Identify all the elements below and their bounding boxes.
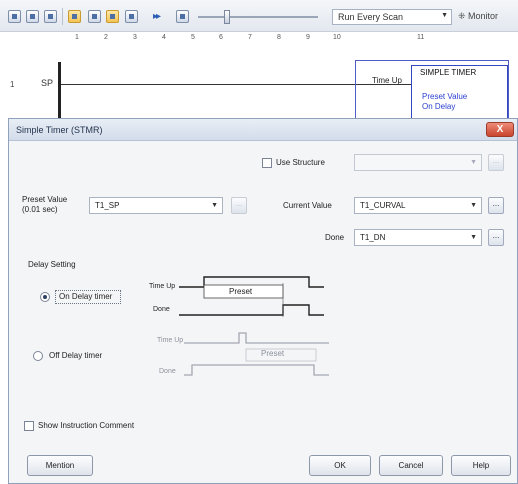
current-value-value: T1_CURVAL — [360, 201, 406, 210]
preset-value-browse-button[interactable]: ... — [231, 197, 247, 214]
on-delay-radio[interactable] — [40, 292, 50, 302]
use-structure-checkbox[interactable] — [262, 158, 272, 168]
chevron-down-icon: ▼ — [441, 12, 448, 19]
rung-number: 1 — [10, 80, 15, 89]
on-delay-label[interactable]: On Delay timer — [55, 290, 121, 304]
ruler-tick: 4 — [162, 34, 166, 41]
dialog-title: Simple Timer (STMR) — [16, 125, 103, 135]
insert-contact-icon[interactable] — [26, 10, 39, 23]
preset-value-label: Preset Value — [22, 195, 68, 204]
on-delay-preset-label: Preset — [229, 287, 253, 296]
ok-button[interactable]: OK — [309, 455, 371, 476]
preset-value-dropdown[interactable]: T1_SP ▼ — [89, 197, 223, 214]
monitor-button[interactable]: ⁜ Monitor — [458, 11, 498, 22]
scan-mode-value: Run Every Scan — [338, 12, 404, 22]
monitor-label: Monitor — [468, 11, 499, 21]
new-rung-icon[interactable] — [8, 10, 21, 23]
ruler-tick: 11 — [417, 34, 425, 41]
ruler-tick: 2 — [104, 34, 108, 41]
toolbar-separator — [62, 8, 63, 25]
ruler-tick: 7 — [248, 34, 252, 41]
dialog-titlebar[interactable]: Simple Timer (STMR) X — [9, 119, 517, 141]
use-structure-label: Use Structure — [276, 158, 325, 167]
mention-button[interactable]: Mention — [27, 455, 93, 476]
chevron-down-icon: ▼ — [470, 234, 477, 241]
chevron-down-icon: ▼ — [470, 159, 477, 166]
current-value-browse-button[interactable]: ... — [488, 197, 504, 214]
monitor-mode-icon[interactable] — [68, 10, 81, 23]
delay-setting-heading: Delay Setting — [28, 260, 76, 269]
stop-icon[interactable] — [125, 10, 138, 23]
help-button[interactable]: Help — [451, 455, 511, 476]
instruction-preset-label: Preset Value — [422, 92, 468, 101]
monitor-icon: ⁜ — [458, 11, 469, 21]
instruction-on-delay-label: On Delay — [422, 102, 456, 111]
off-delay-label[interactable]: Off Delay timer — [49, 351, 102, 360]
left-power-rail — [58, 62, 61, 118]
preset-value-value: T1_SP — [95, 201, 120, 210]
timer-instruction-block[interactable]: Time Up SIMPLE TIMER Preset Value On Del… — [355, 60, 509, 120]
structure-dropdown[interactable]: ▼ — [354, 154, 482, 171]
off-delay-time-up-label: Time Up — [157, 337, 184, 344]
structure-browse-button[interactable]: ... — [488, 154, 504, 171]
ruler-tick: 10 — [333, 34, 341, 41]
instruction-name: SIMPLE TIMER — [420, 68, 477, 77]
ruler-tick: 1 — [75, 34, 79, 41]
off-delay-preset-label: Preset — [261, 349, 285, 358]
instruction-wire — [356, 84, 411, 85]
simple-timer-dialog: Simple Timer (STMR) X Use Structure ▼ ..… — [8, 118, 518, 484]
on-delay-done-label: Done — [153, 306, 170, 313]
ruler-tick: 3 — [133, 34, 137, 41]
off-delay-timing-diagram — [184, 332, 329, 376]
ladder-editor[interactable]: 1 SP Time Up SIMPLE TIMER Preset Value O… — [0, 46, 518, 120]
chevron-down-icon: ▼ — [470, 202, 477, 209]
scan-speed-slider[interactable] — [198, 16, 318, 18]
close-button[interactable]: X — [486, 122, 514, 137]
rung-label[interactable]: SP — [41, 78, 53, 88]
cancel-button[interactable]: Cancel — [379, 455, 443, 476]
off-delay-done-label: Done — [159, 368, 176, 375]
done-browse-button[interactable]: ... — [488, 229, 504, 246]
ruler-tick: 5 — [191, 34, 195, 41]
ruler-tick: 9 — [306, 34, 310, 41]
insert-coil-icon[interactable] — [44, 10, 57, 23]
show-comment-checkbox[interactable] — [24, 421, 34, 431]
scan-counter-icon[interactable] — [176, 10, 189, 23]
current-value-label: Current Value — [283, 201, 332, 210]
off-delay-radio[interactable] — [33, 351, 43, 361]
show-comment-label: Show Instruction Comment — [38, 421, 135, 430]
current-value-dropdown[interactable]: T1_CURVAL ▼ — [354, 197, 482, 214]
preset-value-unit: (0.01 sec) — [22, 205, 58, 214]
on-delay-time-up-label: Time Up — [149, 283, 176, 290]
chevron-down-icon: ▼ — [211, 202, 218, 209]
ruler-tick: 8 — [277, 34, 281, 41]
on-delay-timing-diagram — [179, 276, 324, 317]
done-dropdown[interactable]: T1_DN ▼ — [354, 229, 482, 246]
step-icon[interactable] — [88, 10, 101, 23]
scan-mode-dropdown[interactable]: Run Every Scan ▼ — [332, 9, 452, 25]
toolbar: ▸▸ Run Every Scan ▼ ⁜ Monitor — [0, 0, 518, 32]
done-value: T1_DN — [360, 233, 386, 242]
run-scan-icon[interactable] — [106, 10, 119, 23]
rung-wire — [61, 84, 357, 85]
instruction-body[interactable]: SIMPLE TIMER Preset Value On Delay — [411, 65, 508, 119]
column-ruler: 1 2 3 4 5 6 7 8 9 10 11 — [0, 32, 518, 46]
ruler-tick: 6 — [219, 34, 223, 41]
done-label: Done — [325, 233, 345, 242]
scan-speed-slider-thumb[interactable] — [224, 10, 230, 24]
fast-forward-icon[interactable]: ▸▸ — [153, 11, 161, 22]
